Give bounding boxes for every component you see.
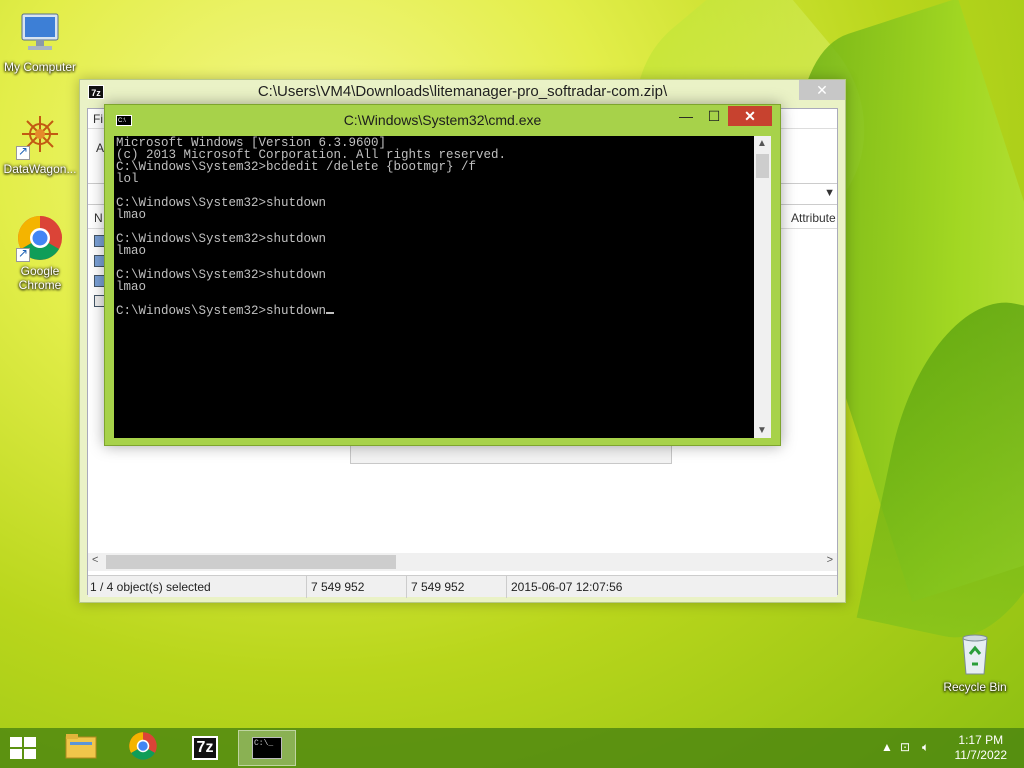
console-line: C:\Windows\System32>bcdedit /delete {boo… [116, 160, 477, 174]
desktop-icon-datawagon[interactable]: DataWagon... [0, 112, 80, 176]
status-divider [506, 576, 507, 598]
status-divider [306, 576, 307, 598]
console-line: C:\Windows\System32>shutdown [116, 304, 327, 318]
text-cursor [326, 312, 335, 314]
taskbar: 7z C:\_ ▲ ⊡ 🔈︎ 1:17 PM 11/7/2022 [0, 728, 1024, 768]
cmd-app-icon [116, 106, 132, 136]
cmd-title-bar[interactable]: C:\Windows\System32\cmd.exe — ☐ ✕ [105, 105, 780, 136]
console-line: lol [116, 172, 139, 186]
scroll-left-icon[interactable]: < [92, 554, 98, 566]
scroll-right-icon[interactable]: > [827, 554, 833, 566]
scroll-down-icon[interactable]: ▼ [757, 425, 767, 436]
desktop-icon-label: Recycle Bin [943, 680, 1007, 694]
desktop-icon-my-computer[interactable]: My Computer [0, 10, 80, 74]
console-line: C:\Windows\System32>shutdown [116, 268, 327, 282]
vertical-scrollbar[interactable]: ▲ ▼ [754, 136, 771, 438]
chrome-icon [16, 214, 64, 262]
taskbar-7zip[interactable]: 7z [176, 730, 234, 766]
chrome-icon [128, 731, 158, 766]
minimize-button[interactable]: — [672, 106, 700, 126]
status-divider [406, 576, 407, 598]
cmd-window-title: C:\Windows\System32\cmd.exe [343, 112, 542, 128]
taskbar-command-prompt[interactable]: C:\_ [238, 730, 296, 766]
7zip-app-icon: 7z [88, 85, 104, 99]
console-line: C:\Windows\System32>shutdown [116, 232, 327, 246]
console-line: lmao [116, 244, 147, 258]
7zip-status-bar: 1 / 4 object(s) selected 7 549 952 7 549… [88, 575, 837, 598]
clock[interactable]: 1:17 PM 11/7/2022 [955, 733, 1008, 763]
7zip-title-bar[interactable]: 7z C:\Users\VM4\Downloads\litemanager-pr… [80, 80, 845, 104]
7zip-icon: 7z [191, 736, 219, 760]
desktop-icon-label: Google Chrome [18, 264, 62, 292]
horizontal-scrollbar[interactable]: < > [88, 553, 837, 571]
folder-icon [65, 732, 97, 765]
column-attributes[interactable]: Attribute [791, 211, 836, 225]
taskbar-google-chrome[interactable] [114, 730, 172, 766]
cmd-output-text: Microsoft Windows [Version 6.3.9600] (c)… [114, 136, 754, 318]
network-icon[interactable]: ⊡ [900, 740, 910, 754]
recycle-bin-icon [951, 630, 999, 678]
7zip-window-controls: ✕ [799, 80, 845, 100]
shortcut-arrow-icon [16, 144, 30, 160]
clock-date: 11/7/2022 [954, 748, 1008, 762]
system-tray: ▲ ⊡ 🔈︎ 1:17 PM 11/7/2022 [864, 728, 1024, 768]
scrollbar-thumb[interactable] [106, 555, 396, 569]
cmd-icon: C:\_ [252, 737, 282, 759]
cmd-window[interactable]: C:\Windows\System32\cmd.exe — ☐ ✕ Micros… [104, 104, 781, 446]
datawagon-icon [16, 112, 64, 160]
scrollbar-thumb[interactable] [756, 154, 769, 178]
shortcut-arrow-icon [16, 246, 30, 262]
console-line: C:\Windows\System32>shutdown [116, 196, 327, 210]
volume-icon[interactable]: 🔈︎ [922, 740, 929, 755]
7zip-window-title: C:\Users\VM4\Downloads\litemanager-pro_s… [257, 83, 668, 100]
clock-time: 1:17 PM [958, 733, 1004, 747]
computer-icon [16, 10, 64, 58]
menu-file[interactable]: Fi [93, 112, 103, 126]
scroll-up-icon[interactable]: ▲ [757, 138, 767, 149]
console-line: lmao [116, 280, 147, 294]
show-hidden-icons-icon[interactable]: ▲ [881, 740, 893, 754]
close-button[interactable]: ✕ [728, 106, 772, 126]
desktop-icon-label: DataWagon... [3, 162, 77, 176]
toolbar-add-button[interactable]: A [96, 141, 104, 155]
status-selected: 1 / 4 object(s) selected [90, 580, 211, 594]
desktop-icon-google-chrome[interactable]: Google Chrome [0, 214, 80, 292]
desktop-icon-label: My Computer [3, 60, 77, 74]
7zip-close-button[interactable]: ✕ [799, 80, 845, 100]
status-modified: 2015-06-07 12:07:56 [511, 580, 623, 594]
cmd-console[interactable]: Microsoft Windows [Version 6.3.9600] (c)… [114, 136, 754, 438]
taskbar-file-explorer[interactable] [52, 730, 110, 766]
desktop-icon-recycle-bin[interactable]: Recycle Bin [935, 630, 1015, 694]
column-name[interactable]: N [94, 211, 103, 225]
maximize-button[interactable]: ☐ [700, 106, 728, 126]
console-line: lmao [116, 208, 147, 222]
start-button[interactable] [10, 737, 38, 761]
status-packed-size: 7 549 952 [411, 580, 465, 594]
cmd-window-controls: — ☐ ✕ [672, 106, 772, 126]
status-size: 7 549 952 [311, 580, 365, 594]
chevron-down-icon[interactable]: ▼ [824, 187, 835, 199]
